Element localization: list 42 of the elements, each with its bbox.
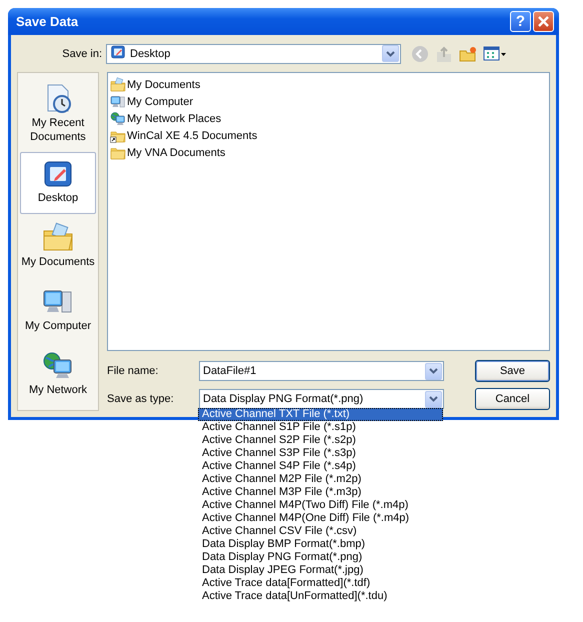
file-item[interactable]: My Computer xyxy=(110,93,196,110)
places-bar-item[interactable]: My Network xyxy=(20,344,96,406)
new-folder-icon[interactable] xyxy=(459,44,477,62)
file-type-option[interactable]: Active Channel CSV File (*.csv) xyxy=(198,525,443,538)
file-type-option[interactable]: Data Display PNG Format(*.png) xyxy=(198,551,443,564)
file-type-option[interactable]: Active Channel M4P(Two Diff) File (*.m4p) xyxy=(198,499,443,512)
views-menu-icon[interactable] xyxy=(483,46,507,62)
file-name-field[interactable]: DataFile#1 xyxy=(199,361,444,381)
file-type-option[interactable]: Active Trace data[UnFormatted](*.tdu) xyxy=(198,590,443,603)
file-type-option[interactable]: Active Trace data[Formatted](*.tdf) xyxy=(198,577,443,590)
file-item[interactable]: My VNA Documents xyxy=(110,144,228,161)
computer-icon xyxy=(110,94,126,110)
file-type-option[interactable]: Active Channel S2P File (*.s2p) xyxy=(198,434,443,447)
file-type-option[interactable]: Active Channel TXT File (*.txt) xyxy=(198,408,443,421)
close-icon[interactable] xyxy=(537,15,550,28)
window-title: Save Data xyxy=(16,14,80,29)
file-type-option[interactable]: Data Display JPEG Format(*.jpg) xyxy=(198,564,443,577)
file-type-option[interactable]: Active Channel S1P File (*.s1p) xyxy=(198,421,443,434)
file-item[interactable]: My Documents xyxy=(110,76,204,93)
file-type-option[interactable]: Active Channel M3P File (*.m3p) xyxy=(198,486,443,499)
folder-icon xyxy=(110,76,126,92)
places-bar-item[interactable]: My Computer xyxy=(20,280,96,342)
save-as-type-label: Save as type: xyxy=(107,393,175,405)
places-bar-item[interactable]: Desktop xyxy=(20,152,96,214)
file-type-option[interactable]: Data Display BMP Format(*.bmp) xyxy=(198,538,443,551)
save-in-label: Save in: xyxy=(61,48,103,60)
file-type-option[interactable]: Active Channel S3P File (*.s3p) xyxy=(198,447,443,460)
globe-computer-icon xyxy=(110,110,126,126)
places-bar-item[interactable]: My Documents xyxy=(20,216,96,278)
file-item[interactable]: My Network Places xyxy=(110,110,224,127)
file-type-option[interactable]: Active Channel M4P(One Diff) File (*.m4p) xyxy=(198,512,443,525)
cancel-button[interactable]: Cancel xyxy=(475,388,550,410)
file-type-option[interactable]: Active Channel S4P File (*.s4p) xyxy=(198,460,443,473)
file-name-label: File name: xyxy=(107,365,160,377)
file-type-option[interactable]: Active Channel M2P File (*.m2p) xyxy=(198,473,443,486)
close-button[interactable] xyxy=(533,11,554,32)
file-item[interactable]: WinCal XE 4.5 Documents xyxy=(110,127,260,144)
desktop-icon xyxy=(110,44,126,60)
save-in-dropdown[interactable]: Desktop xyxy=(106,44,401,64)
save-button[interactable]: Save xyxy=(475,360,550,382)
save-as-type-dropdown[interactable]: Data Display PNG Format(*.png) xyxy=(199,389,444,409)
places-bar-item[interactable]: My Recent Documents xyxy=(20,77,96,150)
